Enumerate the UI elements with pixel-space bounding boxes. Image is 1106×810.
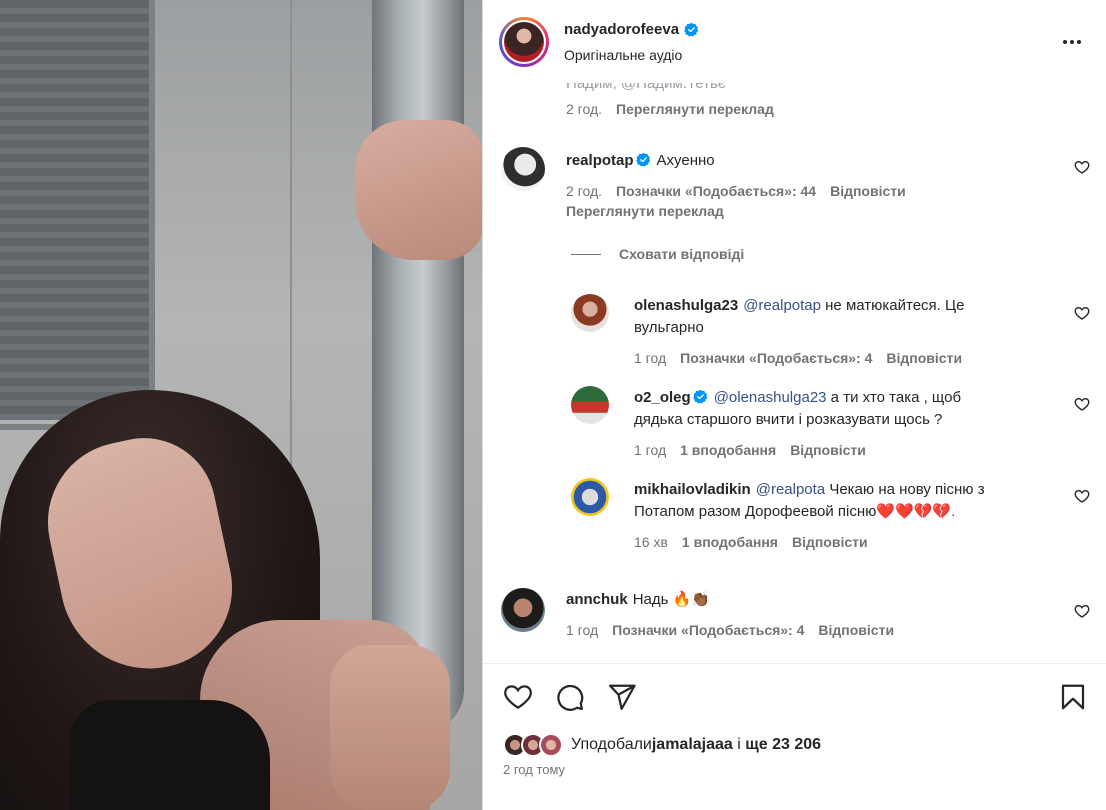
cutoff-comment-meta: 2 год. Переглянути переклад xyxy=(566,101,774,117)
comment-username[interactable]: o2_oleg xyxy=(634,389,691,406)
comment-text-line1: Чекаю на нову пісню з xyxy=(825,481,985,498)
liked-by-join: і xyxy=(732,736,746,753)
post-media[interactable] xyxy=(0,0,482,810)
author-username-text[interactable]: nadyadorofeeva xyxy=(564,21,679,38)
author-avatar[interactable] xyxy=(499,17,549,67)
hide-replies-line xyxy=(571,253,601,255)
reply-olenashulga23: olenashulga23 @realpotap не матюкайтеся. … xyxy=(483,291,1106,381)
comment-time: 1 год xyxy=(634,442,667,458)
post-panel: nadyadorofeeva Оригінальне аудіо Надим, … xyxy=(482,0,1106,810)
comments-list[interactable]: Надим, @Надим.Тетьє 2 год. Переглянути п… xyxy=(483,83,1106,663)
comment-text: Ахуенно xyxy=(656,152,715,169)
like-comment-icon[interactable] xyxy=(1074,159,1090,175)
comment-likes-count[interactable]: Позначки «Подобається»: 4 xyxy=(680,350,872,366)
avatar[interactable] xyxy=(571,478,609,516)
liked-by-user[interactable]: jamalajaaa xyxy=(652,736,733,754)
media-hand-bottom xyxy=(330,645,450,810)
verified-badge-icon xyxy=(692,389,707,404)
like-comment-icon[interactable] xyxy=(1074,603,1090,619)
avatar[interactable] xyxy=(571,386,609,424)
comment-text-line2: дядька старшого вчити і розказувати щось… xyxy=(634,411,943,428)
comment-likes-count[interactable]: Позначки «Подобається»: 4 xyxy=(612,622,804,638)
reply-button[interactable]: Відповісти xyxy=(818,622,894,638)
more-options-icon[interactable] xyxy=(1060,30,1084,54)
comment-icon[interactable] xyxy=(555,682,585,712)
liked-by-avatars[interactable] xyxy=(503,733,563,757)
audio-label[interactable]: Оригінальне аудіо xyxy=(564,47,682,63)
reply-o2-oleg: o2_oleg @olenashulga23 а ти хто така , що… xyxy=(483,383,1106,473)
hide-replies-button[interactable]: Сховати відповіді xyxy=(571,246,744,262)
action-bar xyxy=(503,682,637,712)
comment-body: annchuk Надь 🔥👏🏾 xyxy=(566,589,710,611)
avatar[interactable] xyxy=(501,588,545,632)
mention-link[interactable]: @realpota xyxy=(756,481,825,498)
comment-meta: 1 год Позначки «Подобається»: 4 Відповіс… xyxy=(566,622,894,638)
like-comment-icon[interactable] xyxy=(1074,396,1090,412)
post-header: nadyadorofeeva Оригінальне аудіо xyxy=(483,0,1106,83)
comment-text-line2: Потапом разом Дорофеевой пісню xyxy=(634,503,877,520)
comment-body: o2_oleg @olenashulga23 а ти хто така , що… xyxy=(634,387,1054,431)
comment-username[interactable]: realpotap xyxy=(566,152,634,169)
liked-by-row: Уподобали jamalajaaa і ще 23 206 xyxy=(503,733,821,757)
comment-likes-count[interactable]: Позначки «Подобається»: 44 xyxy=(616,183,816,199)
author-username[interactable]: nadyadorofeeva xyxy=(564,21,699,38)
cutoff-comment-text: Надим, @Надим.Тетьє xyxy=(566,83,726,92)
comment-time: 1 год xyxy=(634,350,667,366)
comment-username[interactable]: annchuk xyxy=(566,591,628,608)
see-translation-link[interactable]: Переглянути переклад xyxy=(616,101,774,117)
comment-emojis: ❤️❤️💔💔. xyxy=(876,503,956,520)
post-time[interactable]: 2 год тому xyxy=(503,762,565,777)
comment-body: realpotap Ахуенно xyxy=(566,150,715,172)
comment-likes-count[interactable]: 1 вподобання xyxy=(680,442,776,458)
avatar[interactable] xyxy=(539,733,563,757)
comment-meta: 1 год 1 вподобання Відповісти xyxy=(634,442,866,458)
comment-username[interactable]: olenashulga23 xyxy=(634,297,738,314)
like-comment-icon[interactable] xyxy=(1074,305,1090,321)
verified-badge-icon xyxy=(684,22,699,37)
comment-time: 16 хв xyxy=(634,534,668,550)
comment-likes-count[interactable]: 1 вподобання xyxy=(682,534,778,550)
see-translation-link[interactable]: Переглянути переклад xyxy=(566,203,724,219)
comment-text-line2: вульгарно xyxy=(634,319,704,336)
comment-username[interactable]: mikhailovladikin xyxy=(634,481,751,498)
share-icon[interactable] xyxy=(607,682,637,712)
media-hand-top xyxy=(355,120,482,260)
like-icon[interactable] xyxy=(503,682,533,712)
comment-meta: 1 год Позначки «Подобається»: 4 Відповіс… xyxy=(634,350,962,366)
comment-body: mikhailovladikin @realpota Чекаю на нову … xyxy=(634,479,1054,523)
mention-link[interactable]: @olenashulga23 xyxy=(714,389,827,406)
media-clothing xyxy=(70,700,270,810)
liked-by-prefix: Уподобали xyxy=(571,736,652,753)
save-icon[interactable] xyxy=(1058,682,1088,712)
comment-time: 2 год. xyxy=(566,183,603,199)
like-comment-icon[interactable] xyxy=(1074,488,1090,504)
comment-meta: 2 год. Позначки «Подобається»: 44 Відпов… xyxy=(566,183,906,199)
comment-text-line1: не матюкайтеся. Це xyxy=(820,297,965,314)
reply-button[interactable]: Відповісти xyxy=(792,534,868,550)
reply-button[interactable]: Відповісти xyxy=(790,442,866,458)
comment-text: Надь 🔥👏🏾 xyxy=(632,591,710,608)
cutoff-comment-time: 2 год. xyxy=(566,101,603,117)
avatar[interactable] xyxy=(571,294,609,332)
reply-mikhailovladikin: mikhailovladikin @realpota Чекаю на нову … xyxy=(483,475,1106,565)
avatar[interactable] xyxy=(501,147,545,191)
comment-time: 1 год xyxy=(566,622,599,638)
reply-button[interactable]: Відповісти xyxy=(830,183,906,199)
comment-annchuk: annchuk Надь 🔥👏🏾 1 год Позначки «Подобаєт… xyxy=(483,585,1106,655)
comment-meta: 16 хв 1 вподобання Відповісти xyxy=(634,534,868,550)
comment-text-line1: а ти хто така , щоб xyxy=(826,389,962,406)
reply-button[interactable]: Відповісти xyxy=(886,350,962,366)
liked-by-others-count[interactable]: ще 23 206 xyxy=(745,736,821,754)
media-window-frame xyxy=(0,0,155,430)
comment-realpotap: realpotap Ахуенно 2 год. Позначки «Подоба… xyxy=(483,143,1106,233)
mention-link[interactable]: @realpotap xyxy=(743,297,821,314)
post-footer: Уподобали jamalajaaa і ще 23 206 2 год т… xyxy=(483,663,1106,810)
verified-badge-icon xyxy=(635,152,650,167)
comment-translate-row: Переглянути переклад xyxy=(566,203,724,219)
hide-replies-label: Сховати відповіді xyxy=(619,246,745,262)
comment-body: olenashulga23 @realpotap не матюкайтеся. … xyxy=(634,295,1054,339)
